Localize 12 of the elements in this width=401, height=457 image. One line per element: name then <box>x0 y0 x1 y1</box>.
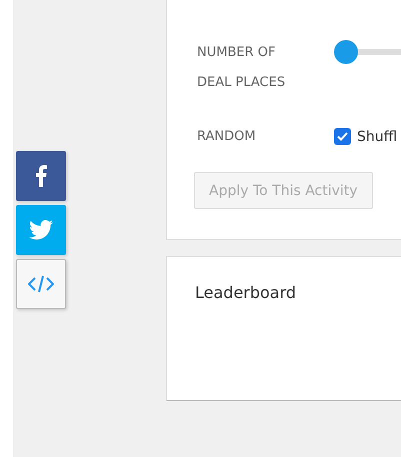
bird-icon <box>29 220 53 240</box>
checkmark-icon <box>337 132 348 141</box>
slider-thumb[interactable] <box>334 40 358 64</box>
checkbox-label: Shuffl <box>357 128 398 144</box>
setting-label: RANDOM <box>197 128 257 146</box>
setting-label: NUMBER OF DEAL PLACES <box>197 44 286 92</box>
checkbox[interactable] <box>334 128 351 145</box>
facebook-icon <box>35 165 47 187</box>
embed-button[interactable] <box>16 259 66 309</box>
share-button[interactable] <box>16 151 66 201</box>
code-icon <box>28 275 54 293</box>
leaderboard-title: Leaderboard <box>195 283 298 302</box>
